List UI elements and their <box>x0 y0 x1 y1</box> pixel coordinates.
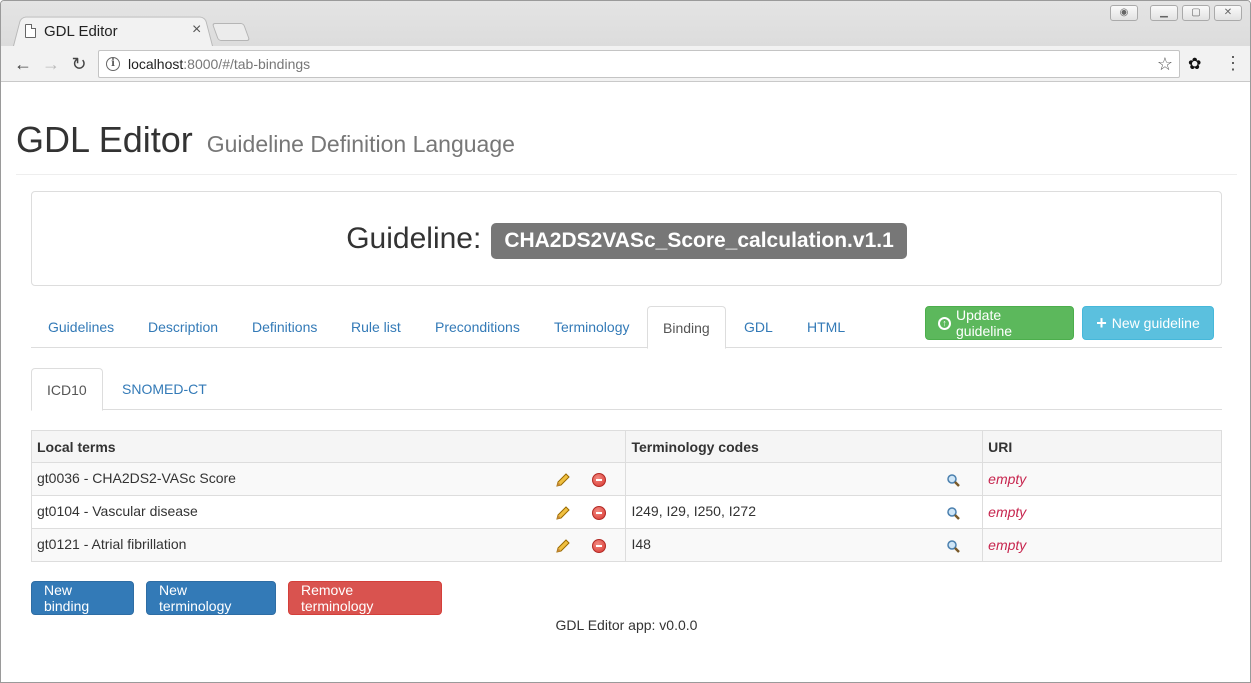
new-guideline-label: New guideline <box>1111 315 1200 331</box>
local-term-text: gt0121 - Atrial fibrillation <box>37 536 187 552</box>
tab-preconditions[interactable]: Preconditions <box>419 306 536 348</box>
remove-icon[interactable] <box>592 539 606 553</box>
table-row: gt0036 - CHA2DS2-VASc Score empty <box>30 462 1222 496</box>
tab-html[interactable]: HTML <box>791 306 861 348</box>
remove-icon[interactable] <box>592 506 606 520</box>
address-bar[interactable]: i localhost:8000/#/tab-bindings ☆ <box>98 50 1180 78</box>
page-icon <box>25 24 36 38</box>
codes-text: I48 <box>631 536 651 552</box>
uri-cell: empty <box>982 462 1222 496</box>
new-binding-button[interactable]: New binding <box>31 581 134 615</box>
remove-icon[interactable] <box>592 473 606 487</box>
uri-cell: empty <box>982 495 1222 529</box>
update-guideline-label: Update guideline <box>956 307 1013 339</box>
tab-gdl[interactable]: GDL <box>728 306 789 348</box>
new-guideline-button[interactable]: + New guideline <box>1082 306 1214 340</box>
page-subtitle: Guideline Definition Language <box>206 131 515 157</box>
table-row: gt0104 - Vascular disease I249, I29, I25… <box>30 495 1222 529</box>
terminology-codes-cell: I249, I29, I250, I272 <box>625 495 984 529</box>
browser-tab-content[interactable]: GDL Editor <box>25 19 118 43</box>
browser-window: GDL Editor × ◉ ▁ ▢ ✕ ← → ↻ i localhost:8… <box>0 0 1251 683</box>
uri-empty-text[interactable]: empty <box>988 504 1026 520</box>
forward-arrow-icon[interactable]: → <box>39 52 63 76</box>
update-guideline-button[interactable]: ↑ Update guideline <box>925 306 1074 340</box>
terminology-tabs: ICD10 SNOMED-CT <box>31 368 1222 411</box>
uri-empty-text[interactable]: empty <box>988 471 1026 487</box>
pencil-icon[interactable] <box>555 505 571 521</box>
title-bar: GDL Editor × ◉ ▁ ▢ ✕ <box>1 1 1250 46</box>
tab-binding[interactable]: Binding <box>647 306 726 349</box>
bookmark-star-icon[interactable]: ☆ <box>1157 54 1173 75</box>
local-term-cell: gt0104 - Vascular disease <box>30 495 627 529</box>
magnifier-icon[interactable] <box>946 506 961 520</box>
column-header: Local terms <box>30 430 627 463</box>
tab-definitions[interactable]: Definitions <box>236 306 333 348</box>
pencil-icon[interactable] <box>555 472 571 488</box>
tab-rule-list[interactable]: Rule list <box>335 306 417 348</box>
table-header-row: Local terms Terminology codes URI <box>30 430 1222 463</box>
browser-toolbar: ← → ↻ i localhost:8000/#/tab-bindings ☆ … <box>1 46 1250 82</box>
guideline-label: Guideline: <box>346 221 482 255</box>
local-term-text: gt0036 - CHA2DS2-VASc Score <box>37 470 236 486</box>
page-title: GDL Editor Guideline Definition Language <box>16 119 515 160</box>
tab-icd10[interactable]: ICD10 <box>31 368 103 411</box>
minimize-button[interactable]: ▁ <box>1150 5 1178 21</box>
menu-kebab-icon[interactable]: ⋮ <box>1224 53 1242 73</box>
info-icon[interactable]: i <box>106 57 120 71</box>
new-terminology-button[interactable]: New terminology <box>146 581 276 615</box>
new-tab-button[interactable] <box>211 23 251 41</box>
remove-terminology-button[interactable]: Remove terminology <box>288 581 442 615</box>
tab-description[interactable]: Description <box>132 306 234 348</box>
tab-guidelines[interactable]: Guidelines <box>32 306 130 348</box>
window-controls: ◉ ▁ ▢ ✕ <box>1110 5 1242 21</box>
close-window-button[interactable]: ✕ <box>1214 5 1242 21</box>
local-term-text: gt0104 - Vascular disease <box>37 503 198 519</box>
magnifier-icon[interactable] <box>946 539 961 553</box>
column-header: Terminology codes <box>625 430 984 463</box>
url-text[interactable]: localhost:8000/#/tab-bindings <box>128 56 310 72</box>
local-term-cell: gt0121 - Atrial fibrillation <box>30 528 627 562</box>
pencil-icon[interactable] <box>555 538 571 554</box>
codes-text: I249, I29, I250, I272 <box>631 503 756 519</box>
page-content: GDL Editor Guideline Definition Language… <box>1 82 1250 682</box>
profile-icon[interactable]: ◉ <box>1110 5 1138 21</box>
column-header: URI <box>982 430 1222 463</box>
tab-title: GDL Editor <box>44 22 118 40</box>
back-arrow-icon[interactable]: ← <box>11 52 35 76</box>
circle-arrow-up-icon: ↑ <box>938 316 951 330</box>
extension-icon[interactable]: ✿ <box>1188 54 1201 74</box>
terminology-codes-cell: I48 <box>625 528 984 562</box>
page-header: GDL Editor Guideline Definition Language <box>16 120 1237 175</box>
table-row: gt0121 - Atrial fibrillation I48 empty <box>30 528 1222 562</box>
local-term-cell: gt0036 - CHA2DS2-VASc Score <box>30 462 627 496</box>
plus-icon: + <box>1096 313 1107 333</box>
guideline-heading: Guideline: CHA2DS2VASc_Score_calculation… <box>346 219 907 259</box>
terminology-codes-cell <box>625 462 984 496</box>
app-version-footer: GDL Editor app: v0.0.0 <box>555 617 698 633</box>
maximize-button[interactable]: ▢ <box>1182 5 1210 21</box>
magnifier-icon[interactable] <box>946 473 961 487</box>
guideline-panel: Guideline: CHA2DS2VASc_Score_calculation… <box>31 191 1222 286</box>
tab-terminology[interactable]: Terminology <box>538 306 645 348</box>
reload-icon[interactable]: ↻ <box>67 52 91 76</box>
bindings-table: Local terms Terminology codes URI gt0036… <box>30 430 1222 562</box>
guideline-name-badge: CHA2DS2VASc_Score_calculation.v1.1 <box>491 222 907 259</box>
uri-empty-text[interactable]: empty <box>988 537 1026 553</box>
tab-close-icon[interactable]: × <box>192 22 201 38</box>
tab-snomed-ct[interactable]: SNOMED-CT <box>106 368 223 410</box>
uri-cell: empty <box>982 528 1222 562</box>
